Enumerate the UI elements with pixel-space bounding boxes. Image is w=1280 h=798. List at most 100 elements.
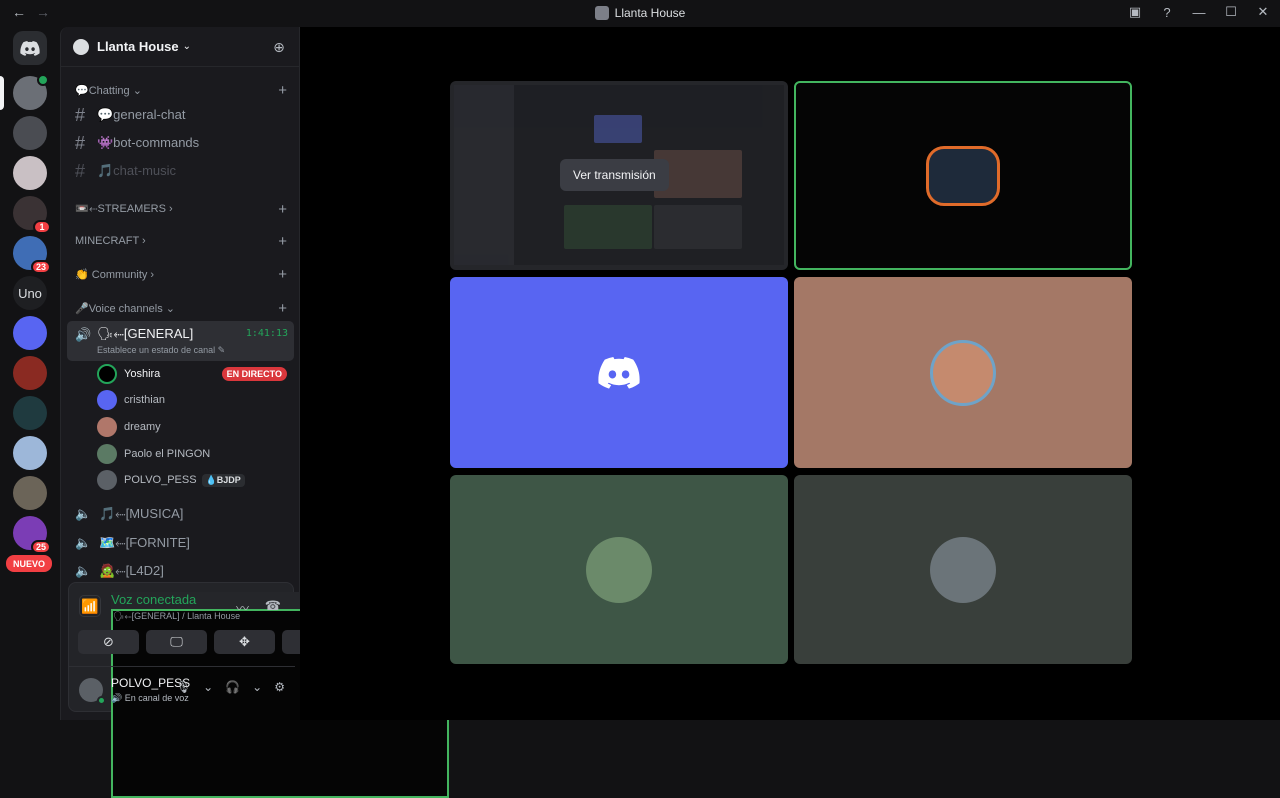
headphones-icon[interactable]: 🎧 bbox=[225, 680, 240, 694]
add-channel-icon[interactable]: + bbox=[278, 233, 287, 250]
server-icon[interactable] bbox=[13, 116, 47, 150]
category-voice-channels[interactable]: 🎤Voice channels ⌄ + bbox=[75, 300, 287, 317]
screen-share-button[interactable]: 🖵 bbox=[146, 630, 207, 654]
category-label: 👏 Community › bbox=[75, 269, 155, 281]
speaker-icon: 🔈 bbox=[75, 506, 92, 521]
camera-toggle-button[interactable]: ⊘ bbox=[78, 630, 139, 654]
microphone-icon[interactable]: 🎙 bbox=[176, 680, 191, 694]
activities-icon: ✥ bbox=[239, 634, 250, 649]
speaker-icon: 🔈 bbox=[75, 535, 92, 550]
category-chatting[interactable]: 💬Chatting ⌄ + bbox=[75, 82, 287, 99]
channel-bot-commands[interactable]: # 👾bot-commands bbox=[71, 130, 291, 156]
title-bar: ← → Llanta House ▣ ? — ☐ ✕ bbox=[0, 0, 1280, 27]
server-icon[interactable]: 23 bbox=[13, 236, 51, 274]
voice-channel-label: 🗺️⬸[FORNITE] bbox=[99, 535, 190, 550]
speaker-icon: 🔈 bbox=[75, 563, 92, 578]
channel-sidebar: Llanta House ⌄ ⊕ 💬Chatting ⌄ + # 💬general-… bbox=[60, 27, 449, 798]
chevron-down-icon[interactable]: ⌄ bbox=[203, 680, 213, 694]
preview-sidebar bbox=[454, 85, 514, 265]
category-label: MINECRAFT › bbox=[75, 235, 146, 247]
category-minecraft[interactable]: MINECRAFT › + bbox=[75, 233, 287, 250]
noise-suppression-icon[interactable]: 〰 bbox=[236, 598, 249, 617]
participant-avatar bbox=[930, 339, 996, 406]
window-title-text: Llanta House bbox=[614, 6, 686, 20]
voice-channel-musica[interactable]: 🔈 🎵⬸[MUSICA] bbox=[71, 502, 291, 526]
add-channel-icon[interactable]: + bbox=[278, 266, 287, 283]
participant-tile-speaking[interactable] bbox=[794, 81, 1132, 270]
discord-icon bbox=[20, 40, 40, 56]
server-icon[interactable] bbox=[13, 156, 47, 190]
channel-label: 💬general-chat bbox=[97, 107, 186, 122]
add-channel-icon[interactable]: + bbox=[278, 82, 287, 99]
stream-tile-yoshira[interactable]: Ver transmisión bbox=[450, 81, 788, 270]
channel-status-prompt[interactable]: Establece un estado de canal ✎ bbox=[97, 345, 225, 356]
participant-tile-paolo[interactable] bbox=[450, 475, 788, 664]
participant-tile-dreamy[interactable] bbox=[794, 277, 1132, 468]
server-boost-icon bbox=[73, 38, 89, 55]
settings-gear-icon[interactable]: ⚙ bbox=[274, 680, 285, 694]
voice-user-yoshira[interactable]: Yoshira EN DIRECTO bbox=[97, 362, 287, 386]
add-channel-icon[interactable]: + bbox=[278, 300, 287, 317]
add-channel-icon[interactable]: + bbox=[278, 201, 287, 218]
server-list: 1 23 Uno 25 NUEVO bbox=[0, 27, 60, 720]
server-icon[interactable] bbox=[13, 316, 47, 350]
maximize-button[interactable]: ☐ bbox=[1222, 4, 1240, 20]
inbox-icon[interactable]: ▣ bbox=[1126, 4, 1144, 20]
server-icon[interactable] bbox=[13, 396, 47, 430]
voice-user-name: cristhian bbox=[124, 394, 165, 406]
disconnect-icon[interactable]: ☎ bbox=[265, 598, 281, 614]
voice-user-polvo-pess[interactable]: POLVO_PESS 💧BJDP bbox=[97, 468, 287, 492]
chevron-down-icon[interactable]: ⌄ bbox=[252, 680, 262, 694]
minimize-button[interactable]: — bbox=[1190, 5, 1208, 20]
voice-user-name: dreamy bbox=[124, 421, 161, 433]
user-status: 🔊 En canal de voz bbox=[111, 693, 189, 703]
participant-avatar bbox=[586, 536, 652, 603]
server-icon[interactable] bbox=[13, 476, 47, 510]
participant-tile-polvo-pess[interactable] bbox=[794, 475, 1132, 664]
voice-channel-l4d2[interactable]: 🔈 🧟⬸[L4D2] bbox=[71, 559, 291, 583]
voice-user-paolo[interactable]: Paolo el PINGON bbox=[97, 442, 287, 466]
watch-stream-button[interactable]: Ver transmisión bbox=[560, 159, 669, 191]
discord-home-button[interactable] bbox=[13, 31, 47, 65]
server-header[interactable]: Llanta House ⌄ ⊕ bbox=[61, 27, 299, 67]
channel-label: 👾bot-commands bbox=[97, 135, 200, 150]
voice-channel-label: 🧟⬸[L4D2] bbox=[99, 563, 164, 578]
user-panel: POLVO_PESS 🔊 En canal de voz 🎙 ⌄ 🎧 ⌄ ⚙ bbox=[69, 666, 295, 711]
server-icon[interactable]: 1 bbox=[13, 196, 51, 234]
participant-avatar bbox=[926, 145, 1000, 206]
server-icon-llanta-house[interactable] bbox=[13, 74, 49, 110]
unread-badge: 25 bbox=[30, 540, 51, 554]
server-icon[interactable] bbox=[13, 356, 47, 390]
voice-channel-fornite[interactable]: 🔈 🗺️⬸[FORNITE] bbox=[71, 531, 291, 555]
clan-tag: 💧BJDP bbox=[201, 473, 245, 487]
category-community[interactable]: 👏 Community › + bbox=[75, 266, 287, 283]
server-icon bbox=[594, 6, 609, 20]
voice-user-cristhian[interactable]: cristhian bbox=[97, 388, 287, 412]
hash-icon: # bbox=[75, 104, 86, 125]
participant-avatar bbox=[930, 536, 996, 603]
server-icon-uno[interactable]: Uno bbox=[13, 276, 47, 310]
activities-button[interactable]: ✥ bbox=[214, 630, 275, 654]
category-streamers[interactable]: 📼⬸STREAMERS › + bbox=[75, 201, 287, 218]
category-label: 🎤Voice channels ⌄ bbox=[75, 303, 175, 315]
server-voice-badge bbox=[37, 74, 49, 86]
avatar bbox=[97, 364, 117, 384]
channel-general-chat[interactable]: # 💬general-chat bbox=[71, 102, 291, 128]
help-icon[interactable]: ? bbox=[1158, 5, 1176, 20]
voice-stage: Ver transmisión bbox=[300, 27, 1280, 720]
voice-user-dreamy[interactable]: dreamy bbox=[97, 415, 287, 439]
channel-chat-music[interactable]: # 🎵chat-music bbox=[71, 158, 291, 184]
voice-connection-panel: 📶 Voz conectada 🗣⬸[GENERAL] / Llanta Hou… bbox=[68, 582, 449, 798]
online-status-dot bbox=[97, 696, 106, 705]
avatar bbox=[97, 417, 117, 437]
new-badge[interactable]: NUEVO bbox=[6, 555, 52, 572]
voice-call-timer: 1:41:13 bbox=[245, 328, 288, 339]
participant-tile-cristhian[interactable] bbox=[450, 277, 788, 468]
signal-icon[interactable]: 📶 bbox=[79, 595, 101, 617]
preview-block bbox=[594, 115, 642, 143]
close-button[interactable]: ✕ bbox=[1254, 4, 1272, 20]
server-icon[interactable]: 25 bbox=[13, 516, 51, 554]
server-icon[interactable] bbox=[13, 436, 47, 470]
invite-people-icon[interactable]: ⊕ bbox=[271, 39, 287, 55]
voice-channel-general[interactable]: 🔊 🗣⬸[GENERAL] 1:41:13 Establece un estad… bbox=[67, 321, 294, 361]
